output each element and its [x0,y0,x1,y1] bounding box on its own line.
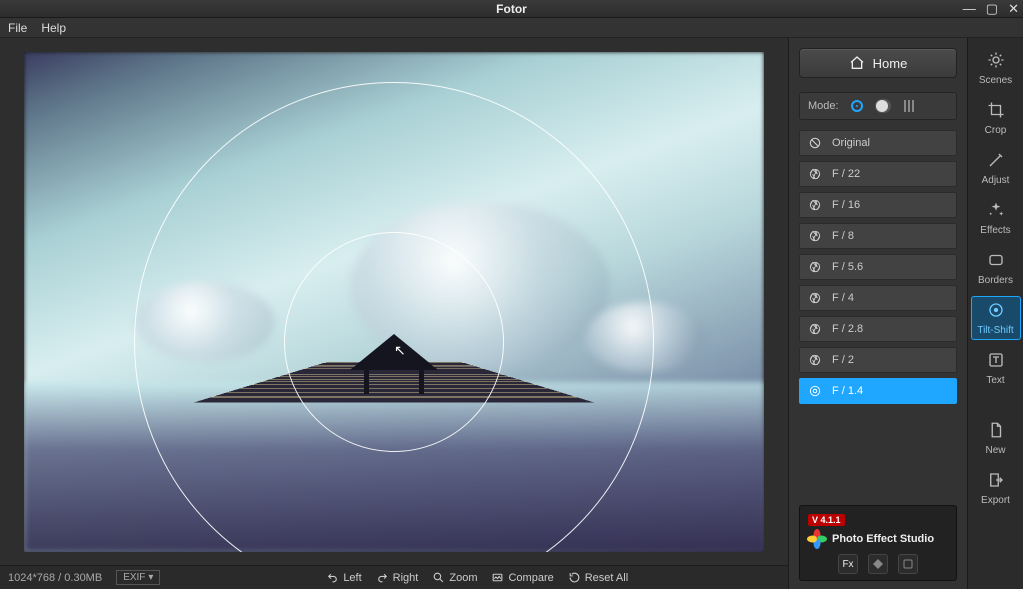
image-dimensions-status: 1024*768 / 0.30MB [8,572,102,584]
reset-all-button[interactable]: Reset All [568,571,628,584]
aperture-label: Original [832,137,870,149]
rail-label: Tilt-Shift [977,325,1013,336]
rail-export[interactable]: Export [971,466,1021,510]
aperture-label: F / 8 [832,230,854,242]
aperture-label: F / 2 [832,354,854,366]
promo-fx-button[interactable]: Fx [838,554,858,574]
aperture-label: F / 22 [832,168,860,180]
rail-new[interactable]: New [971,416,1021,460]
export-icon [987,471,1005,492]
frame-icon [902,558,914,570]
ban-icon [808,136,822,150]
home-button[interactable]: Home [799,48,957,78]
menu-help[interactable]: Help [41,21,66,35]
canvas-area[interactable]: ↖ [0,38,788,565]
aperture-icon [808,198,822,212]
rail-label: Export [981,495,1010,506]
aperture-option[interactable]: F / 2 [799,347,957,373]
close-button[interactable]: ✕ [1008,2,1019,15]
aperture-option[interactable]: F / 1.4 [799,378,957,404]
rail-text[interactable]: Text [971,346,1021,390]
promo-box[interactable]: V 4.1.1 Photo Effect Studio Fx [799,505,957,581]
maximize-button[interactable]: ▢ [986,2,998,15]
cloud [585,302,705,372]
exif-button[interactable]: EXIF▾ [116,570,160,585]
aperture-option[interactable]: F / 16 [799,192,957,218]
compare-button[interactable]: Compare [491,571,553,584]
rail-effects[interactable]: Effects [971,196,1021,240]
rail-label: Crop [985,125,1007,136]
aperture-icon [808,260,822,274]
diamond-icon [872,558,884,570]
aperture-option[interactable]: F / 5.6 [799,254,957,280]
text-icon [987,351,1005,372]
aperture-open-icon [808,384,822,398]
cloud [135,282,275,362]
sparkles-icon [987,201,1005,222]
home-icon [849,55,865,71]
title-bar: Fotor — ▢ ✕ [0,0,1023,18]
aperture-option[interactable]: F / 4 [799,285,957,311]
minimize-button[interactable]: — [963,2,976,15]
rail-label: New [985,445,1005,456]
aperture-icon [808,322,822,336]
zoom-icon [432,571,445,584]
rail-label: Borders [978,275,1013,286]
aperture-label: F / 1.4 [832,385,863,397]
tool-rail: Scenes Crop Adjust Effects Borders Tilt-Shift… [967,38,1023,589]
rail-crop[interactable]: Crop [971,96,1021,140]
promo-version: V 4.1.1 [808,514,845,526]
aperture-option[interactable]: F / 2.8 [799,316,957,342]
promo-frame-button[interactable] [898,554,918,574]
promo-logo-icon [808,530,826,548]
rail-borders[interactable]: Borders [971,246,1021,290]
rail-adjust[interactable]: Adjust [971,146,1021,190]
aperture-icon [808,353,822,367]
status-bar: 1024*768 / 0.30MB EXIF▾ Left Right Zoom … [0,565,788,589]
reset-icon [568,571,581,584]
aperture-label: F / 16 [832,199,860,211]
sun-icon [987,51,1005,72]
rail-scenes[interactable]: Scenes [971,46,1021,90]
rotate-right-button[interactable]: Right [376,571,419,584]
compare-icon [491,571,504,584]
aperture-icon [808,291,822,305]
rotate-right-icon [376,571,389,584]
pier [284,382,504,552]
aperture-label: F / 2.8 [832,323,863,335]
rect-icon [987,251,1005,272]
menu-file[interactable]: File [8,21,27,35]
rail-label: Text [986,375,1004,386]
image-canvas[interactable]: ↖ [24,52,764,552]
menu-bar: File Help [0,18,1023,38]
aperture-option[interactable]: F / 22 [799,161,957,187]
rotate-left-button[interactable]: Left [326,571,361,584]
mode-toggle[interactable] [875,98,891,114]
mode-label: Mode: [808,100,839,112]
promo-diamond-button[interactable] [868,554,888,574]
zoom-button[interactable]: Zoom [432,571,477,584]
aperture-option[interactable]: F / 8 [799,223,957,249]
aperture-icon [808,167,822,181]
aperture-label: F / 5.6 [832,261,863,273]
crop-icon [987,101,1005,122]
app-title: Fotor [496,2,527,16]
rail-label: Scenes [979,75,1012,86]
rail-label: Adjust [982,175,1010,186]
target-icon [987,301,1005,322]
file-icon [987,421,1005,442]
mode-circular-button[interactable] [849,98,865,114]
promo-name: Photo Effect Studio [832,533,934,545]
aperture-list: Original F / 22 F / 16 F / 8 F / 5.6 F / 4 F /… [789,130,967,499]
aperture-label: F / 4 [832,292,854,304]
rail-tiltshift[interactable]: Tilt-Shift [971,296,1021,340]
rail-label: Effects [980,225,1010,236]
cursor-icon: ↖ [394,342,406,359]
mode-linear-button[interactable] [901,98,917,114]
aperture-icon [808,229,822,243]
wand-icon [987,151,1005,172]
mode-selector: Mode: [799,92,957,120]
aperture-option[interactable]: Original [799,130,957,156]
rotate-left-icon [326,571,339,584]
